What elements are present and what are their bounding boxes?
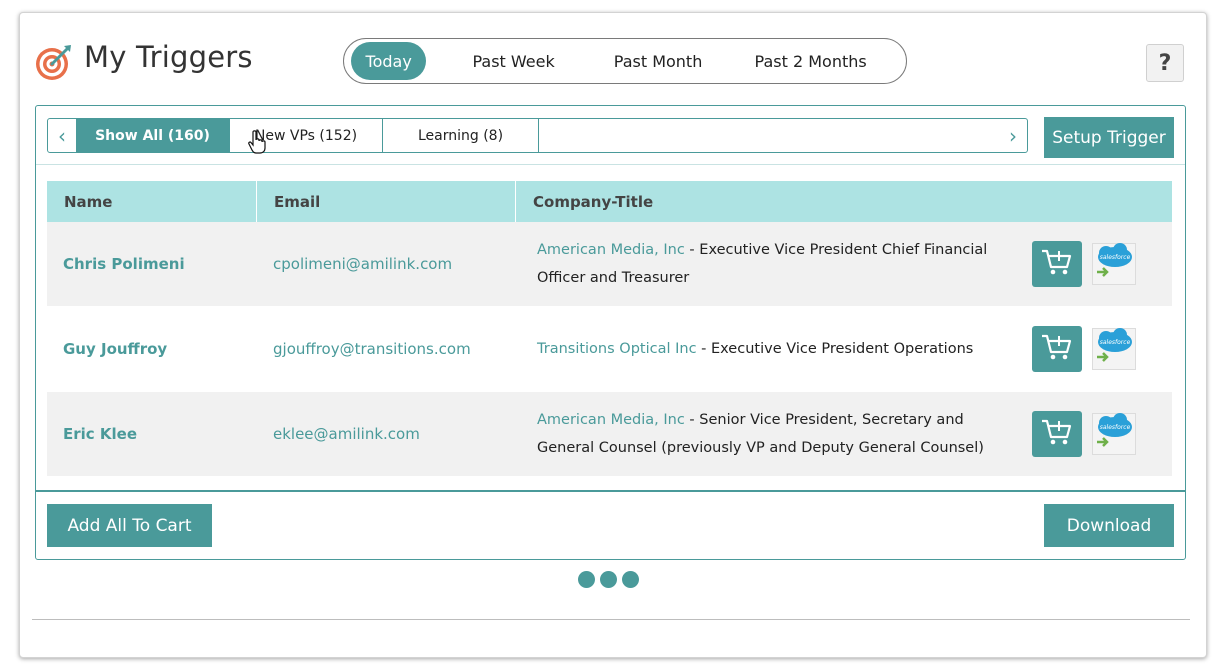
pagination-dots (578, 571, 639, 588)
add-to-cart-icon (1040, 332, 1074, 366)
salesforce-button[interactable]: salesforce (1092, 413, 1136, 455)
period-past-month[interactable]: Past Month (601, 42, 715, 80)
contact-name[interactable]: Chris Polimeni (47, 255, 257, 273)
filter-tabs: ‹ Show All (160) New VPs (152) Learning … (47, 118, 1028, 153)
period-past-week[interactable]: Past Week (426, 42, 601, 80)
contact-name[interactable]: Guy Jouffroy (47, 340, 257, 358)
company-title: American Media, Inc - Executive Vice Pre… (521, 236, 996, 292)
add-all-to-cart-button[interactable]: Add All To Cart (47, 504, 212, 547)
tab-learning[interactable]: Learning (8) (383, 119, 539, 152)
svg-text:salesforce: salesforce (1100, 339, 1131, 346)
svg-text:salesforce: salesforce (1100, 424, 1131, 431)
period-today[interactable]: Today (351, 42, 427, 80)
divider (36, 490, 1185, 492)
contact-email[interactable]: cpolimeni@amilink.com (257, 255, 521, 273)
target-icon (34, 42, 74, 82)
table-row: Eric Klee eklee@amilink.com American Med… (47, 392, 1172, 476)
salesforce-icon: salesforce (1093, 327, 1135, 371)
salesforce-button[interactable]: salesforce (1092, 328, 1136, 370)
svg-text:salesforce: salesforce (1100, 254, 1131, 261)
tab-show-all[interactable]: Show All (160) (76, 119, 230, 152)
triggers-table: Name Email Company-Title Chris Polimeni … (47, 181, 1172, 476)
page-dot[interactable] (622, 571, 639, 588)
setup-trigger-button[interactable]: Setup Trigger (1044, 117, 1174, 158)
header: My Triggers Today Past Week Past Month P… (20, 13, 1206, 103)
divider (32, 619, 1190, 620)
hand-cursor-icon (247, 130, 267, 158)
company-title: Transitions Optical Inc - Executive Vice… (521, 335, 996, 363)
column-header-email[interactable]: Email (257, 181, 516, 222)
page-title: My Triggers (84, 40, 253, 74)
column-header-name[interactable]: Name (47, 181, 257, 222)
table-row: Guy Jouffroy gjouffroy@transitions.com T… (47, 306, 1172, 392)
contact-email[interactable]: eklee@amilink.com (257, 425, 521, 443)
page-dot[interactable] (578, 571, 595, 588)
divider (36, 164, 1185, 165)
row-actions: salesforce (1032, 326, 1136, 372)
add-to-cart-button[interactable] (1032, 411, 1082, 457)
salesforce-icon: salesforce (1093, 242, 1135, 286)
company-link[interactable]: American Media, Inc (537, 412, 685, 428)
download-button[interactable]: Download (1044, 504, 1174, 547)
add-to-cart-icon (1040, 417, 1074, 451)
triggers-panel: ‹ Show All (160) New VPs (152) Learning … (35, 105, 1186, 560)
company-title: American Media, Inc - Senior Vice Presid… (521, 406, 996, 462)
salesforce-button[interactable]: salesforce (1092, 243, 1136, 285)
chevron-left-icon[interactable]: ‹ (48, 119, 76, 152)
triggers-window: My Triggers Today Past Week Past Month P… (19, 12, 1207, 658)
table-row: Chris Polimeni cpolimeni@amilink.com Ame… (47, 222, 1172, 306)
row-actions: salesforce (1032, 411, 1136, 457)
job-title: - Executive Vice President Operations (696, 341, 974, 357)
company-link[interactable]: Transitions Optical Inc (537, 341, 697, 357)
add-to-cart-button[interactable] (1032, 241, 1082, 287)
period-past-2-months[interactable]: Past 2 Months (715, 42, 906, 80)
company-link[interactable]: American Media, Inc (537, 242, 685, 258)
add-to-cart-button[interactable] (1032, 326, 1082, 372)
column-header-company-title[interactable]: Company-Title (516, 181, 653, 222)
row-actions: salesforce (1032, 241, 1136, 287)
page-dot[interactable] (600, 571, 617, 588)
add-to-cart-icon (1040, 247, 1074, 281)
help-button[interactable]: ? (1146, 44, 1184, 82)
table-header: Name Email Company-Title (47, 181, 1172, 222)
contact-email[interactable]: gjouffroy@transitions.com (257, 340, 521, 358)
chevron-right-icon[interactable]: › (999, 119, 1027, 152)
salesforce-icon: salesforce (1093, 412, 1135, 456)
period-selector: Today Past Week Past Month Past 2 Months (343, 38, 907, 84)
contact-name[interactable]: Eric Klee (47, 425, 257, 443)
